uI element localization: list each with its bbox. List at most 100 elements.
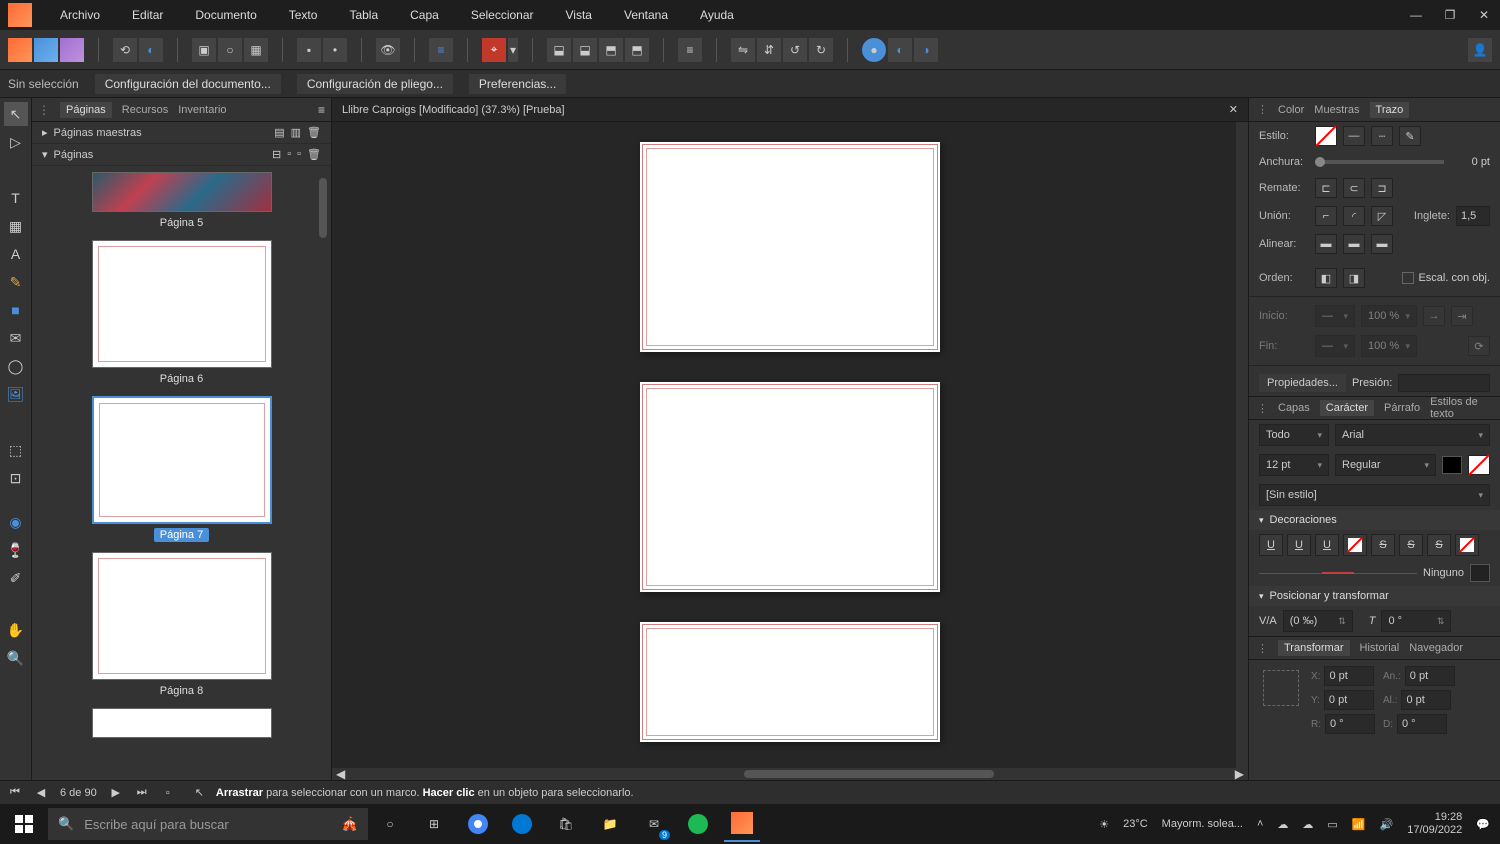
- font-family-dropdown[interactable]: Arial▾: [1335, 424, 1490, 446]
- tb-flip-v-icon[interactable]: ⇵: [757, 38, 781, 62]
- page-thumb-9[interactable]: [92, 708, 272, 738]
- strike2-btn[interactable]: S: [1399, 534, 1423, 556]
- expand-pages-icon[interactable]: ▾: [42, 148, 48, 161]
- menu-ayuda[interactable]: Ayuda: [696, 6, 738, 24]
- weather-icon[interactable]: ☀: [1099, 818, 1109, 831]
- order-behind-icon[interactable]: ◧: [1315, 268, 1337, 288]
- tool-fill[interactable]: ◉: [4, 510, 28, 534]
- tb-mask-icon[interactable]: ◐: [139, 38, 163, 62]
- sb-first-page-icon[interactable]: ⏮: [8, 786, 22, 799]
- arrow-swap-icon[interactable]: ⟳: [1468, 336, 1490, 356]
- tab-estilos[interactable]: Estilos de texto: [1430, 396, 1492, 420]
- task-mail-icon[interactable]: ✉9: [636, 806, 672, 842]
- tab-capas[interactable]: Capas: [1278, 402, 1310, 414]
- menu-ventana[interactable]: Ventana: [620, 6, 672, 24]
- page-thumb-8[interactable]: [92, 552, 272, 680]
- document-tab-title[interactable]: Llibre Caproigs [Modificado] (37.3%) [Pr…: [342, 104, 565, 116]
- deco-color-swatch[interactable]: [1470, 564, 1490, 582]
- tb-order-back-icon[interactable]: ⬓: [547, 38, 571, 62]
- tb-circle-icon[interactable]: ○: [218, 38, 242, 62]
- taskbar-clock[interactable]: 19:28 17/09/2022: [1407, 811, 1462, 837]
- tb-order-backward-icon[interactable]: ⬓: [573, 38, 597, 62]
- shear-input[interactable]: 0 °⇅: [1381, 610, 1451, 632]
- transform-w-input[interactable]: [1405, 666, 1455, 686]
- tray-wifi-icon[interactable]: 📶: [1352, 818, 1366, 831]
- persona-designer-icon[interactable]: [34, 38, 58, 62]
- stroke-properties-button[interactable]: Propiedades...: [1259, 374, 1346, 392]
- pressure-profile[interactable]: [1398, 374, 1490, 392]
- tool-crop[interactable]: ⊡: [4, 466, 28, 490]
- task-cortana-icon[interactable]: ○: [372, 806, 408, 842]
- tool-color-picker[interactable]: ✐: [4, 566, 28, 590]
- pages-slider-icon[interactable]: ⊟: [272, 148, 281, 161]
- canvas-vscroll[interactable]: [1236, 122, 1248, 768]
- tool-rectangle[interactable]: ■: [4, 298, 28, 322]
- tray-onedrive-icon[interactable]: ☁: [1277, 818, 1288, 831]
- canvas-page-b[interactable]: [640, 382, 940, 592]
- tb-undo-icon[interactable]: ⟲: [113, 38, 137, 62]
- tb-text-anchor-icon[interactable]: ▪: [297, 38, 321, 62]
- tray-notifications-icon[interactable]: 💬: [1476, 818, 1490, 831]
- join-round-icon[interactable]: ◜: [1343, 206, 1365, 226]
- text-color-swatch[interactable]: [1442, 456, 1462, 474]
- transform-y-input[interactable]: [1324, 690, 1374, 710]
- tool-pen[interactable]: ✎: [4, 270, 28, 294]
- tab-transformar[interactable]: Transformar: [1278, 640, 1350, 656]
- pages-dup-icon[interactable]: ▫: [297, 148, 301, 161]
- panel-menu-icon[interactable]: ≡: [318, 103, 325, 117]
- sb-next-page-icon[interactable]: ▶: [109, 786, 123, 799]
- order-front-icon[interactable]: ◨: [1343, 268, 1365, 288]
- sb-add-page-icon[interactable]: ▫: [161, 787, 175, 799]
- tb-snap-menu-icon[interactable]: ▾: [508, 38, 518, 62]
- transform-x-input[interactable]: [1324, 666, 1374, 686]
- stroke-brush-icon[interactable]: ✎: [1399, 126, 1421, 146]
- pages-scrollbar[interactable]: [319, 178, 327, 238]
- weather-text[interactable]: Mayorm. solea...: [1162, 818, 1243, 830]
- task-edge-icon[interactable]: [504, 806, 540, 842]
- underline2-btn[interactable]: U: [1287, 534, 1311, 556]
- tab-color[interactable]: Color: [1278, 104, 1304, 116]
- tool-table[interactable]: ▦: [4, 214, 28, 238]
- tool-zoom[interactable]: 🔍: [4, 646, 28, 670]
- transform-s-input[interactable]: [1397, 714, 1447, 734]
- ctx-preferences[interactable]: Preferencias...: [469, 74, 566, 94]
- tb-preview-icon[interactable]: 👁: [376, 38, 400, 62]
- tool-ellipse[interactable]: ◯: [4, 354, 28, 378]
- menu-texto[interactable]: Texto: [285, 6, 322, 24]
- tab-muestras[interactable]: Muestras: [1314, 104, 1359, 116]
- arrow-start-place2-icon[interactable]: ⇥: [1451, 306, 1473, 326]
- join-miter-icon[interactable]: ⌐: [1315, 206, 1337, 226]
- task-spotify-icon[interactable]: [680, 806, 716, 842]
- strike-btn[interactable]: S: [1371, 534, 1395, 556]
- arrow-start-pct[interactable]: 100 %▾: [1361, 305, 1417, 327]
- tray-expand-icon[interactable]: ˄: [1257, 818, 1263, 830]
- document-tab-close-icon[interactable]: ✕: [1229, 103, 1238, 116]
- transform-r-input[interactable]: [1325, 714, 1375, 734]
- tab-recursos[interactable]: Recursos: [122, 104, 168, 116]
- sb-last-page-icon[interactable]: ⏭: [135, 786, 149, 799]
- underline-btn[interactable]: U: [1259, 534, 1283, 556]
- strike3-btn[interactable]: S: [1427, 534, 1451, 556]
- miter-input[interactable]: [1456, 206, 1490, 226]
- page-thumb-6[interactable]: [92, 240, 272, 368]
- tool-picture-frame[interactable]: ✉: [4, 326, 28, 350]
- master-pages-label[interactable]: Páginas maestras: [54, 127, 142, 139]
- font-collection-dropdown[interactable]: Todo▾: [1259, 424, 1329, 446]
- tool-frame-text[interactable]: T: [4, 186, 28, 210]
- tb-bool-add-icon[interactable]: ●: [862, 38, 886, 62]
- canvas-page-c[interactable]: [640, 622, 940, 742]
- pages-label[interactable]: Páginas: [54, 149, 94, 161]
- align-outside-icon[interactable]: ▬: [1371, 234, 1393, 254]
- persona-publisher-icon[interactable]: [8, 38, 32, 62]
- tb-grid-icon[interactable]: ▦: [244, 38, 268, 62]
- stroke-none-icon[interactable]: [1315, 126, 1337, 146]
- tab-navegador[interactable]: Navegador: [1409, 642, 1463, 654]
- tb-rotate-cw-icon[interactable]: ↻: [809, 38, 833, 62]
- text-bg-none-icon[interactable]: [1468, 455, 1490, 475]
- tb-bool-int-icon[interactable]: ◑: [914, 38, 938, 62]
- kerning-input[interactable]: (0 ‰)⇅: [1283, 610, 1353, 632]
- menu-editar[interactable]: Editar: [128, 6, 167, 24]
- stroke-solid-icon[interactable]: —: [1343, 126, 1365, 146]
- tool-place-image[interactable]: 🖼: [4, 382, 28, 406]
- master-view2-icon[interactable]: ▥: [291, 126, 301, 139]
